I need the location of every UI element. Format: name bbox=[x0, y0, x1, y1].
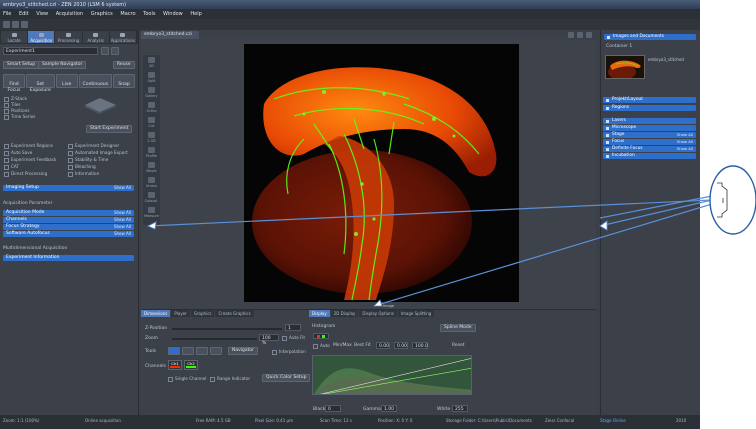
callout-arrow-right bbox=[599, 220, 608, 231]
callout-arrow-bottom bbox=[373, 299, 383, 307]
callout-lines bbox=[147, 195, 713, 307]
callout-magnifier bbox=[709, 165, 756, 235]
callout-arrow-left bbox=[147, 221, 157, 230]
callout-overlay bbox=[147, 165, 756, 307]
